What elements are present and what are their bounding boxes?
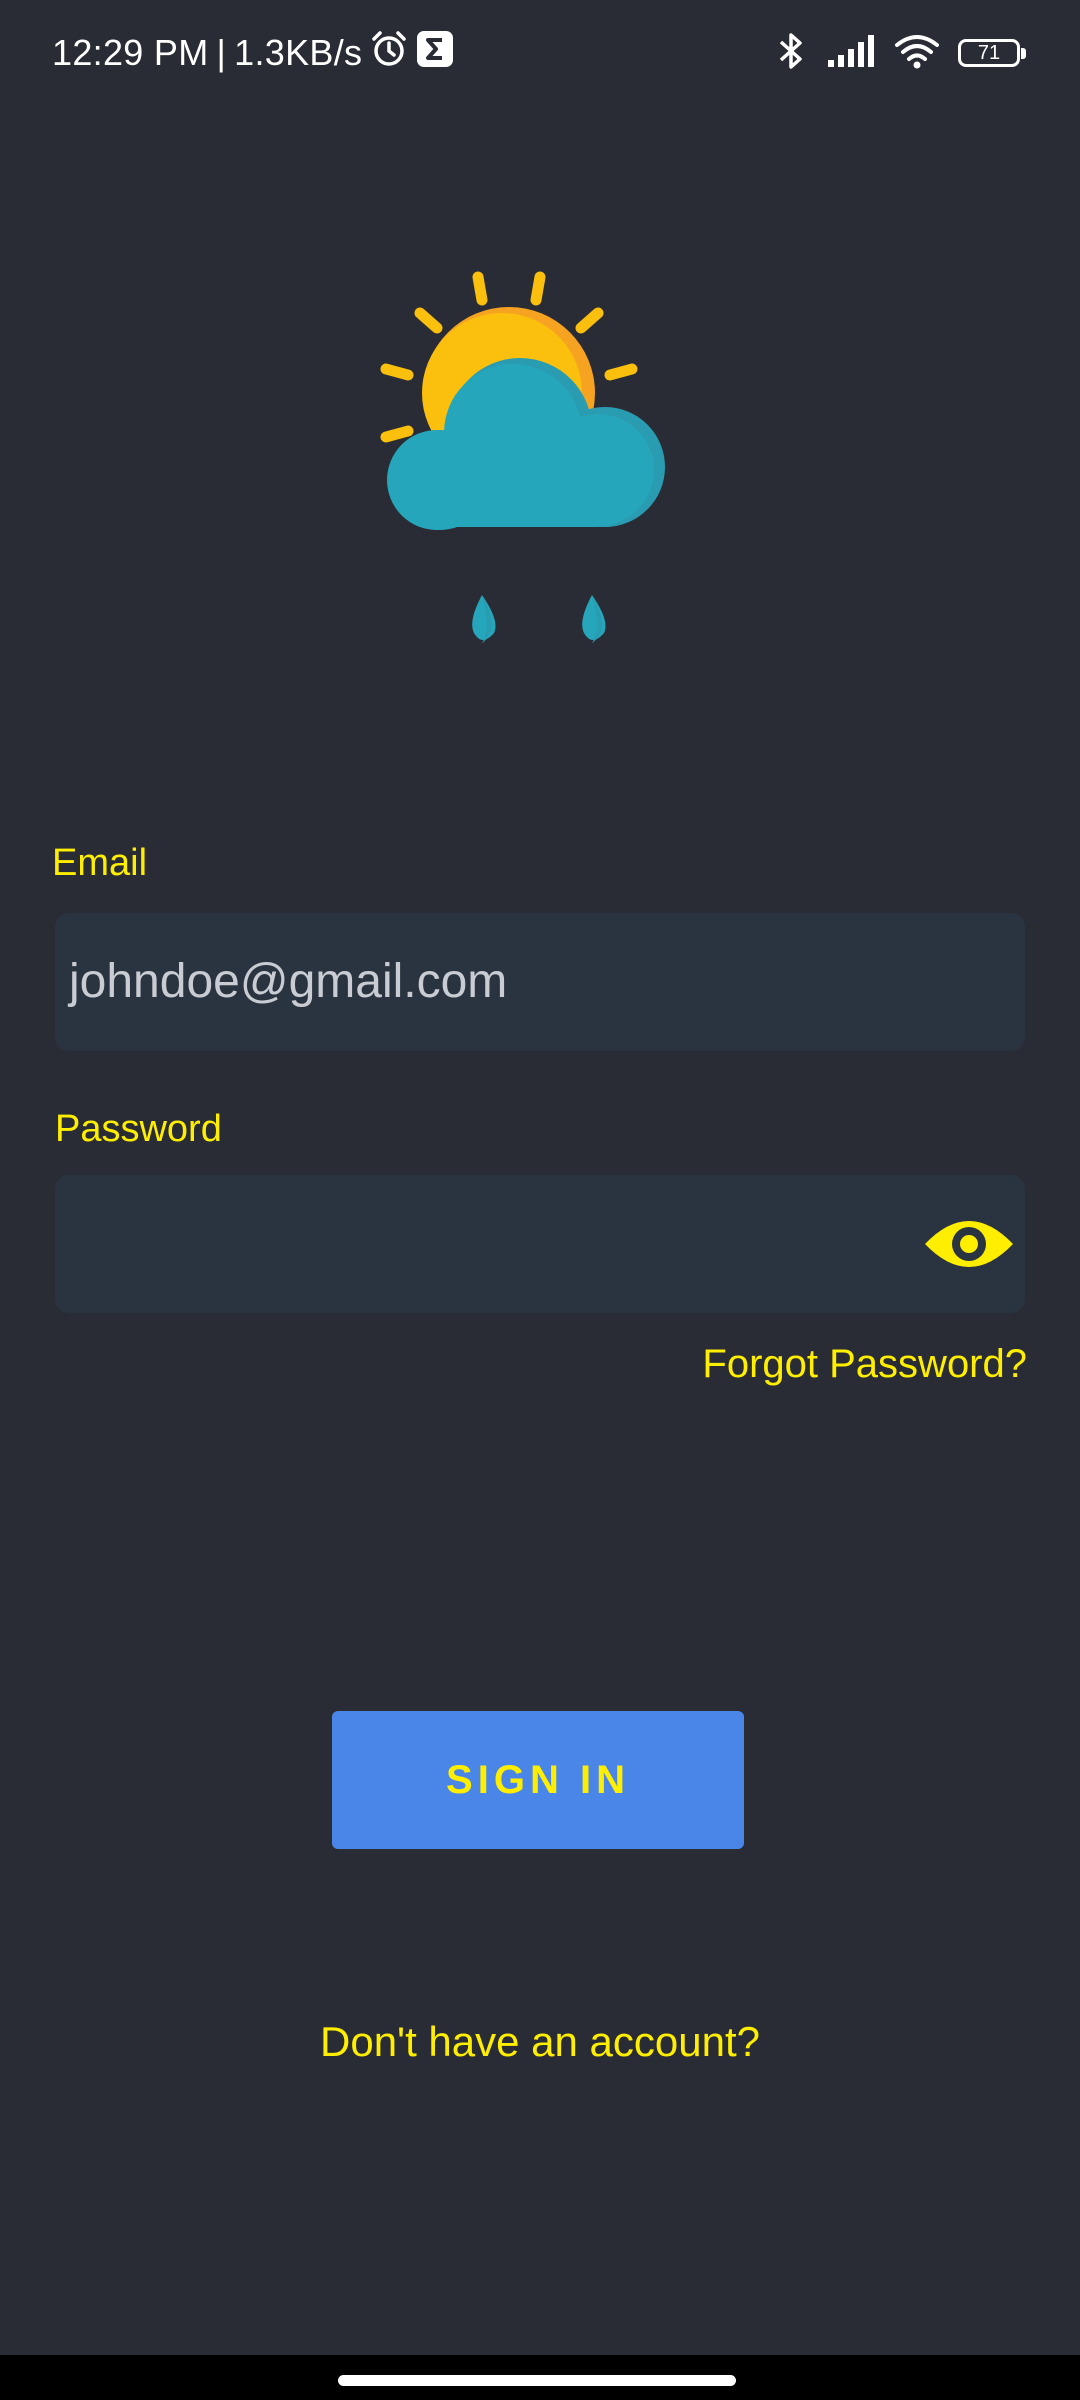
bluetooth-icon (774, 31, 808, 76)
status-left: 12:29 PM | 1.3KB/s (52, 28, 454, 78)
alarm-icon (370, 30, 408, 77)
wifi-icon (894, 33, 940, 74)
eye-icon[interactable] (923, 1214, 1015, 1274)
sigma-notification-icon (416, 30, 454, 77)
sign-in-button[interactable]: SIGN IN (332, 1711, 744, 1849)
home-indicator[interactable] (338, 2375, 736, 2386)
battery-icon: 71 (958, 39, 1026, 67)
signal-icon (826, 34, 876, 73)
no-account-link[interactable]: Don't have an account? (0, 2018, 1080, 2066)
email-field-value: johndoe@gmail.com (69, 955, 508, 1008)
battery-level: 71 (977, 41, 1001, 64)
password-field[interactable] (55, 1175, 1025, 1313)
password-label: Password (55, 1108, 222, 1150)
status-right: 71 (774, 28, 1026, 78)
email-label: Email (52, 842, 148, 884)
navigation-bar (0, 2355, 1080, 2400)
forgot-password-link[interactable]: Forgot Password? (702, 1342, 1027, 1387)
weather-sun-cloud-rain-icon (370, 265, 710, 655)
network-speed: 1.3KB/s (234, 32, 363, 73)
status-time: 12:29 PM (52, 32, 209, 73)
status-separator: | (216, 32, 227, 73)
status-bar: 12:29 PM | 1.3KB/s 71 (0, 0, 1080, 105)
email-field[interactable]: johndoe@gmail.com (55, 913, 1025, 1051)
